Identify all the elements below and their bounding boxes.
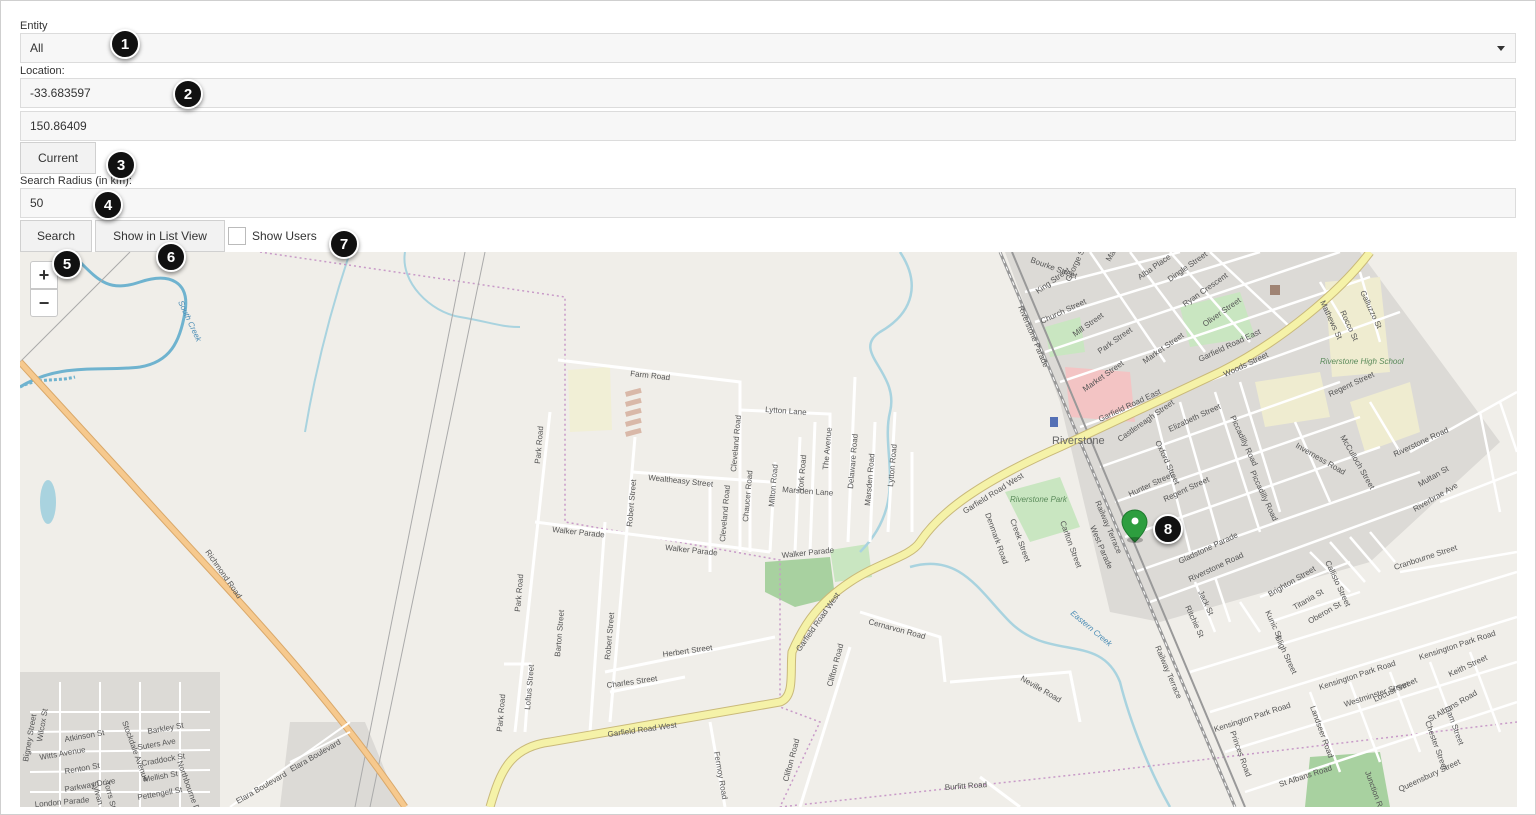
label-marsden-lane: Marsden Lane <box>782 485 834 498</box>
map-canvas: Richmond Road South Creek Farm Road Lytt… <box>20 252 1517 807</box>
label-herbert-street: Herbert Street <box>662 643 714 659</box>
transit-marker <box>1050 417 1058 427</box>
search-button[interactable]: Search <box>20 220 92 252</box>
creek-north <box>304 252 351 433</box>
label-richmond-road: Richmond Road <box>203 548 243 600</box>
label-park-road-3: Park Road <box>495 694 507 732</box>
label-elara-boulevard: Elara Boulevard <box>235 769 289 805</box>
label-keith-street: Keith Street <box>1447 653 1489 679</box>
callout-badge-8: 8 <box>1153 514 1183 544</box>
label-robert-street-2: Robert Street <box>603 611 616 660</box>
field-farm-road <box>568 367 612 432</box>
label-kunic-st: Kunic St <box>1263 609 1284 641</box>
callout-badge-7: 7 <box>329 229 359 259</box>
label-lytton-lane: Lytton Lane <box>765 405 808 417</box>
label-cleveland-road-2: Cleveland Road <box>718 485 732 543</box>
label-princes-road: Princes Road <box>1228 730 1253 778</box>
power-line-2 <box>354 252 466 807</box>
label-robert-street: Robert Street <box>625 478 638 527</box>
longitude-field[interactable]: 150.86409 <box>20 111 1516 141</box>
callout-badge-5: 5 <box>52 249 82 279</box>
map-view[interactable]: Richmond Road South Creek Farm Road Lytt… <box>20 252 1517 807</box>
label-loftus-street: Loftus Street <box>523 663 536 710</box>
current-location-button[interactable]: Current <box>20 142 96 174</box>
building-marker <box>1270 285 1280 295</box>
label-park-road-2: Park Road <box>513 574 525 612</box>
callout-badge-3: 3 <box>106 150 136 180</box>
creek-north-2 <box>403 252 521 328</box>
label-farm-road: Farm Road <box>630 369 671 382</box>
label-south-creek: South Creek <box>176 299 203 344</box>
label-barton-street: Barton Street <box>553 609 566 658</box>
location-label: Location: <box>20 65 65 77</box>
label-delaware-road: Delaware Road <box>846 433 860 489</box>
callout-badge-6: 6 <box>156 242 186 272</box>
callout-badge-1: 1 <box>110 29 140 59</box>
label-denmark-road: Denmark Road <box>983 512 1010 566</box>
label-clifton-road: Clifton Road <box>825 643 845 688</box>
label-kensington-park-road: Kensington Park Road <box>1213 701 1292 734</box>
chevron-down-icon <box>1497 46 1505 51</box>
power-line-1 <box>369 252 486 807</box>
entity-select-value: All <box>30 41 44 55</box>
label-landseer-road: Landseer Road <box>1308 705 1335 759</box>
label-the-avenue: The Avenue <box>821 426 834 470</box>
label-riverstone-park: Riverstone Park <box>1010 495 1068 504</box>
callout-badge-4: 4 <box>93 190 123 220</box>
radius-field[interactable]: 50 <box>20 188 1516 218</box>
map-pin-shadow <box>1127 537 1143 543</box>
creek-central <box>859 252 913 553</box>
label-neville-road: Neville Road <box>1019 674 1063 704</box>
label-riverstone-high-school: Riverstone High School <box>1320 357 1404 366</box>
callout-badge-2: 2 <box>173 79 203 109</box>
label-fermoy-road: Fermoy Road <box>712 751 729 800</box>
map-pin-dot <box>1131 517 1139 525</box>
buildings-farm <box>625 387 642 437</box>
label-riverstone: Riverstone <box>1052 435 1105 447</box>
label-eastern-creek: Eastern Creek <box>1069 609 1115 649</box>
entity-select[interactable]: All <box>20 33 1516 63</box>
label-burfitt-road: Burfitt Road <box>945 780 988 792</box>
label-milton-road: Milton Road <box>767 464 780 507</box>
label-chaucer-road: Chaucer Road <box>741 470 754 522</box>
zoom-out-button[interactable]: − <box>30 289 58 317</box>
show-users-checkbox[interactable] <box>228 227 246 245</box>
show-users-label: Show Users <box>252 229 317 243</box>
label-marsden-road: Marsden Road <box>863 453 877 506</box>
pond <box>40 480 56 524</box>
entity-label: Entity <box>20 20 48 32</box>
label-cernarvon-road: Cernarvon Road <box>867 617 926 641</box>
label-clifton-road-2: Clifton Road <box>781 738 801 783</box>
label-queensbury-street: Queensbury Street <box>1397 757 1462 794</box>
latitude-field[interactable]: -33.683597 <box>20 78 1516 108</box>
